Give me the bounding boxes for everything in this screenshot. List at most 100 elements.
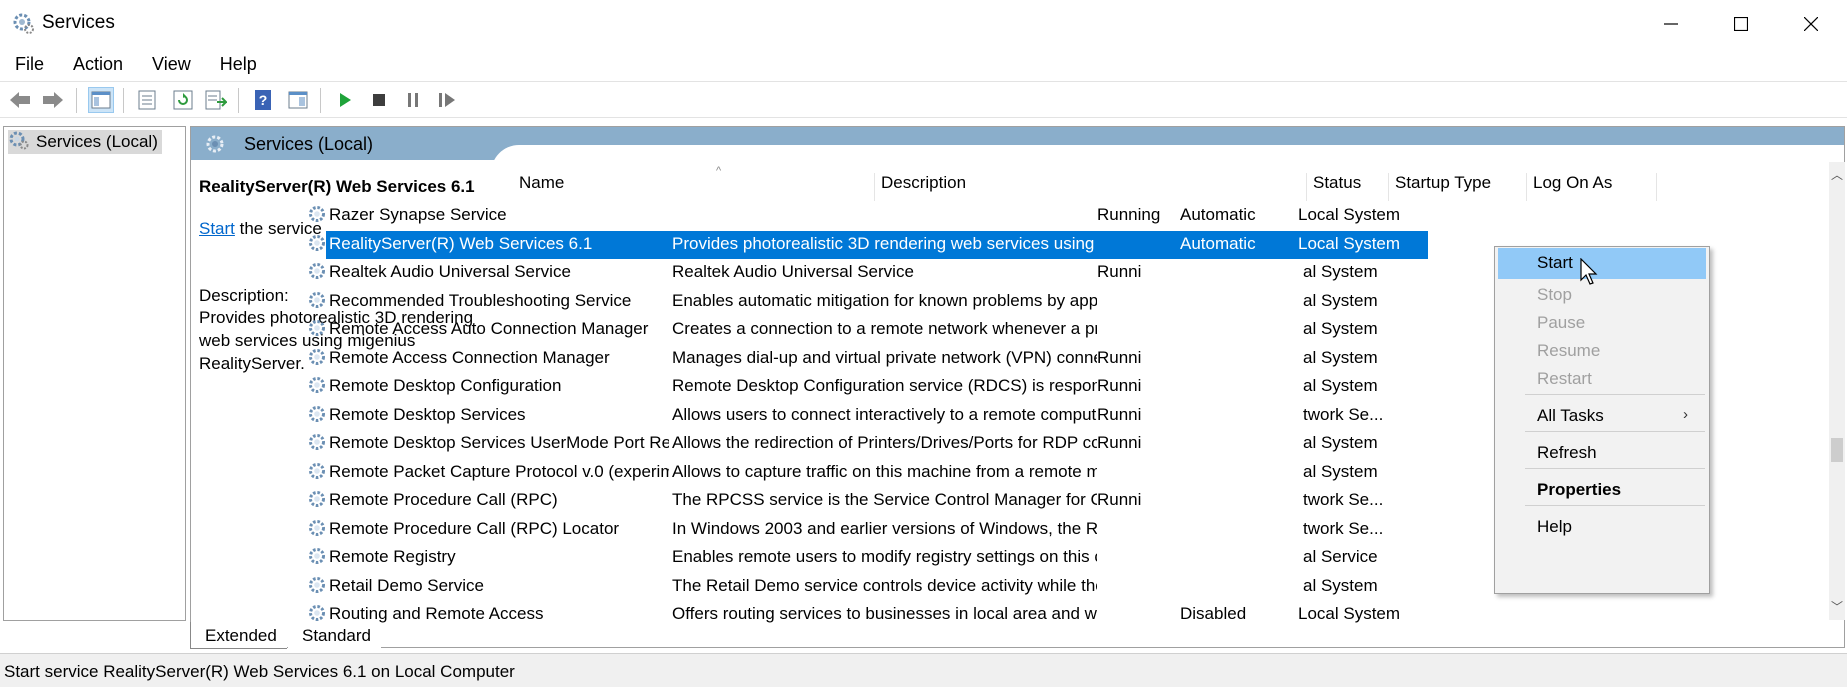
cell-logon: al System (1303, 347, 1378, 367)
minimize-icon (1664, 23, 1678, 25)
context-menu-item-stop[interactable]: Stop (1498, 280, 1706, 311)
context-menu-item-restart[interactable]: Restart (1498, 364, 1706, 395)
cell-description: Remote Desktop Configuration service (RD… (672, 376, 1097, 395)
context-menu-label: Stop (1537, 285, 1572, 304)
scroll-thumb[interactable] (1831, 438, 1843, 462)
header-curve (491, 145, 1844, 175)
scroll-up-icon[interactable]: ︿ (1831, 166, 1843, 183)
services-gear-icon (8, 130, 30, 155)
context-menu-item-all-tasks[interactable]: All Tasks › (1498, 401, 1706, 432)
service-gear-icon (307, 318, 327, 343)
cell-description: Allows to capture traffic on this machin… (672, 461, 1097, 481)
context-menu-item-refresh[interactable]: Refresh (1498, 438, 1706, 469)
cell-description: Realtek Audio Universal Service (672, 262, 914, 281)
context-menu-label: All Tasks (1537, 406, 1604, 425)
service-gear-icon (307, 432, 327, 457)
console-tree-icon (91, 91, 111, 109)
close-button[interactable] (1776, 0, 1846, 48)
show-hide-tree-button[interactable] (88, 87, 114, 113)
column-header-description[interactable]: Description (875, 173, 1307, 201)
column-header-name[interactable]: Name (513, 173, 875, 201)
cell-name: Remote Packet Capture Protocol v.0 (expe… (329, 461, 669, 481)
properties-sheet-icon (138, 90, 156, 110)
stop-service-button[interactable] (366, 87, 392, 113)
context-menu-item-start[interactable]: Start (1498, 248, 1706, 279)
cell-name: Remote Desktop Configuration (329, 376, 562, 395)
pause-icon (408, 93, 418, 107)
cell-description: The RPCSS service is the Service Control… (672, 490, 1097, 509)
cell-logon: Local System (1298, 205, 1401, 224)
context-menu-separator (1525, 468, 1705, 469)
help-button[interactable]: ? (250, 87, 276, 113)
cell-status: Runni (1097, 490, 1142, 509)
service-gear-icon (307, 204, 327, 229)
selected-service-name: RealityServer(R) Web Services 6.1 (199, 177, 475, 196)
restart-service-button[interactable] (434, 87, 460, 113)
column-header-startup-type[interactable]: Startup Type (1389, 173, 1527, 201)
context-menu-item-pause[interactable]: Pause (1498, 308, 1706, 339)
context-menu-item-resume[interactable]: Resume (1498, 336, 1706, 367)
service-gear-icon (307, 290, 327, 315)
toolbar: ? (0, 81, 1847, 118)
column-header-log-on-as[interactable]: Log On As (1527, 173, 1657, 201)
menu-action[interactable]: Action (57, 50, 136, 80)
service-gear-icon (307, 233, 327, 258)
menu-help[interactable]: Help (204, 50, 270, 80)
view-button[interactable] (285, 87, 311, 113)
cell-logon: al System (1303, 433, 1378, 452)
cell-description: Offers routing services to businesses in… (672, 604, 1097, 623)
tab-standard[interactable]: Standard (288, 622, 381, 649)
services-window: Services File Action View Help ? Service… (0, 0, 1847, 687)
pause-service-button[interactable] (400, 87, 426, 113)
tree-item-services-local[interactable]: Services (Local) (8, 130, 162, 154)
cell-name: Remote Access Connection Manager (329, 347, 610, 367)
tab-extended[interactable]: Extended (190, 622, 287, 649)
scroll-down-icon[interactable]: ﹀ (1831, 598, 1843, 615)
cell-description: Enables remote users to modify registry … (672, 547, 1097, 566)
service-gear-icon (307, 546, 327, 571)
stop-icon (373, 94, 385, 106)
cell-name: Retail Demo Service (329, 575, 484, 595)
forward-button[interactable] (40, 87, 66, 113)
back-arrow-icon (10, 92, 30, 108)
refresh-button[interactable] (170, 87, 196, 113)
context-menu-label: Restart (1537, 369, 1592, 388)
maximize-icon (1734, 17, 1748, 31)
cell-name: RealityServer(R) Web Services 6.1 (329, 233, 593, 253)
cell-status: Runni (1097, 262, 1142, 281)
refresh-icon (173, 90, 193, 110)
cell-description: Provides photorealistic 3D rendering web… (672, 233, 1097, 253)
submenu-arrow-icon: › (1683, 406, 1688, 423)
menu-file[interactable]: File (0, 50, 57, 80)
cell-startup: Automatic (1180, 205, 1256, 224)
context-menu-label: Start (1537, 253, 1573, 272)
cell-logon: al System (1303, 290, 1378, 310)
context-menu-label: Properties (1537, 480, 1622, 499)
cell-name: Remote Procedure Call (RPC) (329, 490, 558, 509)
minimize-button[interactable] (1636, 0, 1706, 48)
menu-bar: File Action View Help (0, 50, 1847, 80)
column-header-status[interactable]: Status (1307, 173, 1389, 201)
title-bar: Services (0, 0, 1847, 48)
forward-arrow-icon (43, 92, 63, 108)
start-service-button[interactable] (332, 87, 358, 113)
cell-name: Remote Procedure Call (RPC) Locator (329, 518, 620, 538)
status-bar: Start service RealityServer(R) Web Servi… (0, 653, 1847, 687)
export-list-button[interactable] (203, 87, 229, 113)
maximize-button[interactable] (1706, 0, 1776, 48)
cell-name: Remote Registry (329, 547, 456, 566)
cell-name: Remote Desktop Services (329, 404, 526, 424)
service-gear-icon (307, 489, 327, 514)
cell-name: Remote Desktop Services UserMode Port Re… (329, 433, 669, 452)
context-menu-item-help[interactable]: Help (1498, 512, 1706, 543)
vertical-scrollbar[interactable]: ︿ ﹀ (1829, 162, 1845, 620)
properties-sheet-button[interactable] (134, 87, 160, 113)
cell-logon: al Service (1303, 547, 1378, 566)
menu-view[interactable]: View (136, 50, 204, 80)
mouse-cursor-icon (1580, 257, 1600, 291)
context-menu-item-properties[interactable]: Properties (1498, 475, 1706, 506)
cell-logon: twork Se... (1303, 518, 1384, 538)
back-button[interactable] (7, 87, 33, 113)
cell-status: Runni (1097, 404, 1142, 424)
table-row[interactable]: Razer Synapse Service Running Automatic Loc… (191, 202, 1831, 231)
